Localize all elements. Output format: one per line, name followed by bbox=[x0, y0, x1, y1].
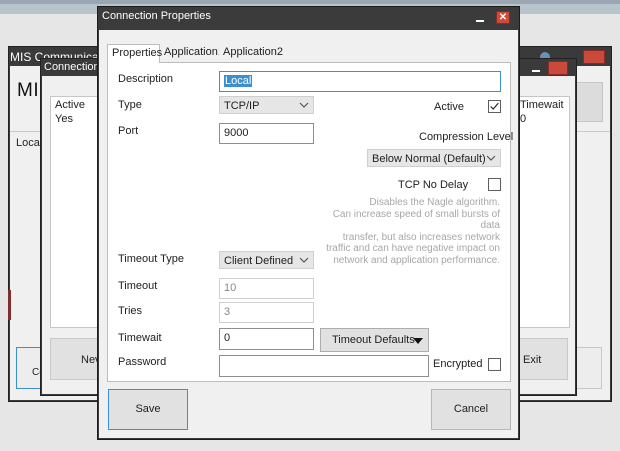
timeout-type-select[interactable]: Client Defined bbox=[219, 251, 314, 269]
table-cell-timewait[interactable]: 0 bbox=[520, 113, 526, 125]
minimize-icon[interactable] bbox=[532, 70, 540, 72]
new-button[interactable]: Nev bbox=[50, 338, 101, 380]
timewait-label: Timewait bbox=[118, 332, 162, 344]
save-button[interactable]: Save bbox=[108, 389, 188, 430]
close-icon[interactable]: ✕ bbox=[496, 11, 510, 24]
timeout-type-label: Timeout Type bbox=[118, 253, 185, 265]
timeout-input[interactable]: 10 bbox=[219, 278, 314, 299]
connections-title: Connection bbox=[44, 61, 100, 73]
port-input[interactable]: 9000 bbox=[219, 123, 314, 144]
tab-application1[interactable]: Application1 bbox=[160, 44, 224, 62]
compression-select[interactable]: Below Normal (Default) bbox=[367, 149, 501, 167]
help-line: transfer, but also increases network bbox=[342, 231, 500, 243]
close-icon[interactable] bbox=[583, 50, 605, 64]
tries-label: Tries bbox=[118, 305, 143, 317]
timeout-label: Timeout bbox=[118, 280, 158, 292]
timewait-input[interactable]: 0 bbox=[219, 328, 314, 350]
tcp-no-delay-checkbox[interactable] bbox=[488, 178, 501, 191]
column-header-timewait[interactable]: Timewait bbox=[520, 99, 564, 111]
exit-button-label: Exit bbox=[523, 354, 542, 366]
close-icon[interactable] bbox=[548, 61, 568, 75]
status-strip bbox=[8, 290, 11, 320]
timeout-defaults-button[interactable]: Timeout Defaults bbox=[320, 328, 429, 352]
tab-application2[interactable]: Application2 bbox=[219, 44, 283, 62]
list-item[interactable]: Local bbox=[16, 137, 42, 149]
port-label: Port bbox=[118, 125, 139, 137]
exit-button[interactable]: Exit bbox=[518, 338, 568, 380]
encrypted-label: Encrypted bbox=[433, 358, 483, 370]
nagle-help-text: Disables the Nagle algorithm. Can increa… bbox=[314, 197, 500, 266]
compression-label: Compression Level bbox=[419, 131, 514, 143]
tcp-no-delay-label: TCP No Delay bbox=[398, 179, 469, 191]
side-panel bbox=[575, 82, 603, 122]
triangle-down-icon bbox=[413, 338, 423, 344]
active-label: Active bbox=[434, 101, 464, 113]
chevron-down-icon bbox=[299, 257, 309, 263]
timeout-type-value: Client Defined bbox=[224, 255, 294, 267]
dialog-title: Connection Properties bbox=[102, 10, 211, 22]
timeout-defaults-label: Timeout Defaults bbox=[332, 334, 415, 346]
help-line: network and application performance. bbox=[333, 254, 500, 266]
connections-button[interactable]: Co bbox=[16, 347, 45, 389]
type-select[interactable]: TCP/IP bbox=[219, 96, 314, 114]
desktop-band bbox=[0, 0, 620, 4]
cancel-button[interactable]: Cancel bbox=[431, 389, 511, 430]
description-value: Local bbox=[224, 75, 253, 87]
type-value: TCP/IP bbox=[224, 100, 260, 112]
column-header-active[interactable]: Active bbox=[55, 99, 85, 111]
compression-value: Below Normal (Default) bbox=[372, 153, 486, 165]
password-label: Password bbox=[118, 356, 167, 368]
type-label: Type bbox=[118, 99, 142, 111]
chevron-down-icon bbox=[486, 155, 496, 161]
chevron-down-icon bbox=[299, 102, 309, 108]
password-input[interactable] bbox=[219, 355, 429, 377]
description-input[interactable]: Local bbox=[219, 71, 501, 92]
tab-properties[interactable]: Properties bbox=[107, 44, 162, 63]
active-checkbox[interactable] bbox=[488, 100, 501, 113]
help-line: traffic and can have negative impact on bbox=[326, 243, 500, 254]
check-icon bbox=[490, 102, 499, 110]
help-line: Can increase speed of small bursts of da… bbox=[332, 208, 500, 232]
tries-input[interactable]: 3 bbox=[219, 302, 314, 323]
table-cell-active[interactable]: Yes bbox=[55, 113, 73, 125]
minimize-icon[interactable] bbox=[473, 12, 487, 24]
encrypted-checkbox[interactable] bbox=[488, 358, 501, 371]
help-line: Disables the Nagle algorithm. bbox=[369, 197, 500, 208]
description-label: Description bbox=[118, 73, 174, 85]
